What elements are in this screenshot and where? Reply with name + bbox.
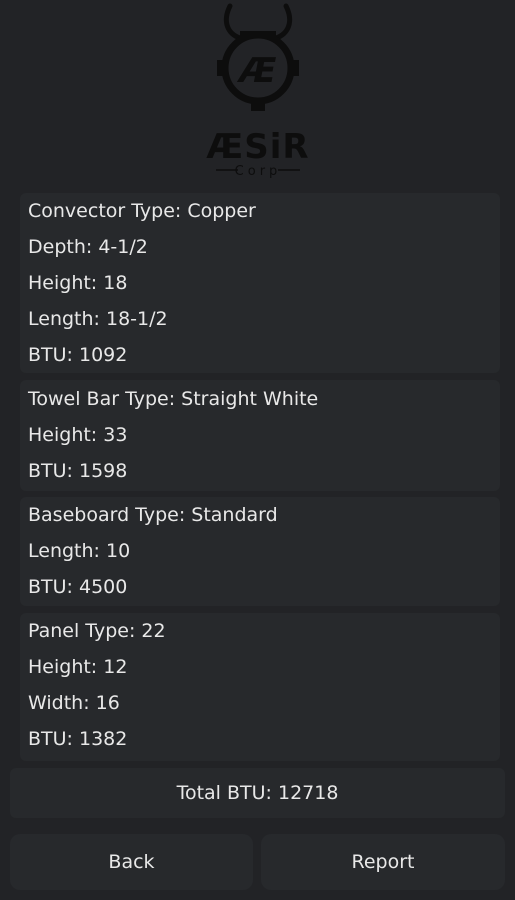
towel-bar-card: Towel Bar Type: Straight White Height: 3…: [20, 380, 500, 491]
baseboard-card: Baseboard Type: Standard Length: 10 BTU:…: [20, 497, 500, 606]
convector-type: Convector Type: Copper: [28, 200, 256, 222]
panel-width: Width: 16: [28, 692, 120, 714]
back-button[interactable]: Back: [10, 834, 253, 890]
baseboard-btu: BTU: 4500: [28, 576, 128, 598]
baseboard-length: Length: 10: [28, 540, 131, 562]
report-button-label: Report: [351, 851, 415, 873]
total-btu-label: Total BTU: 12718: [176, 782, 339, 804]
panel-height: Height: 12: [28, 656, 128, 678]
baseboard-type: Baseboard Type: Standard: [28, 504, 278, 526]
panel-btu: BTU: 1382: [28, 728, 128, 750]
convector-card: Convector Type: Copper Depth: 4-1/2 Heig…: [20, 193, 500, 373]
panel-type: Panel Type: 22: [28, 620, 166, 642]
convector-btu: BTU: 1092: [28, 344, 128, 366]
logo-wordmark: ÆSiR: [206, 127, 309, 167]
towel-bar-type: Towel Bar Type: Straight White: [28, 388, 319, 410]
towel-bar-btu: BTU: 1598: [28, 460, 128, 482]
convector-length: Length: 18-1/2: [28, 308, 168, 330]
panel-card: Panel Type: 22 Height: 12 Width: 16 BTU:…: [20, 613, 500, 761]
app-logo: Æ ÆSiR Corp: [0, 0, 515, 185]
aesir-logo-icon: Æ ÆSiR Corp: [206, 3, 309, 179]
total-btu-bar: Total BTU: 12718: [10, 768, 505, 818]
back-button-label: Back: [108, 851, 155, 873]
towel-bar-height: Height: 33: [28, 424, 128, 446]
convector-depth: Depth: 4-1/2: [28, 236, 148, 258]
svg-text:Æ: Æ: [236, 51, 276, 91]
convector-height: Height: 18: [28, 272, 128, 294]
report-button[interactable]: Report: [261, 834, 505, 890]
logo-subtext: Corp: [234, 164, 281, 179]
